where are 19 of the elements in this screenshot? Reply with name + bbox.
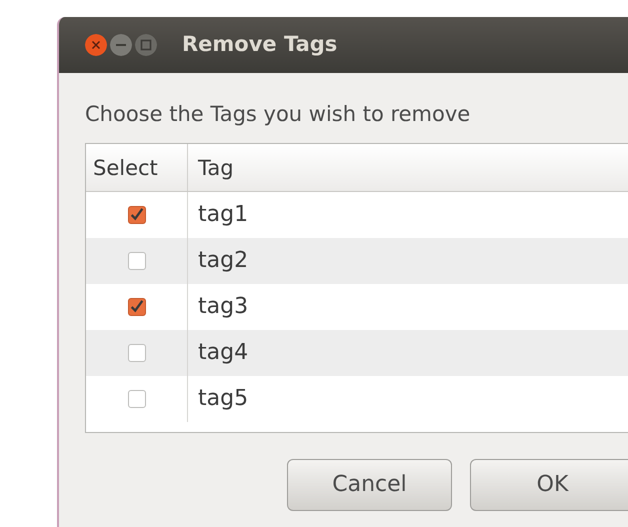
tag-name: tag3 <box>197 293 248 321</box>
dialog-button[interactable]: OK <box>470 458 628 510</box>
instruction-text: Choose the Tags you wish to remove <box>85 101 472 128</box>
checkbox[interactable] <box>128 252 146 270</box>
dialog-button[interactable]: Cancel <box>287 458 452 510</box>
checkbox[interactable] <box>128 298 146 316</box>
window-title: Remove Tags <box>182 31 338 58</box>
tag-name: tag5 <box>197 385 248 413</box>
close-icon[interactable] <box>85 34 107 56</box>
checkbox[interactable] <box>128 344 146 362</box>
tag-name: tag2 <box>197 247 248 275</box>
minimize-icon[interactable] <box>110 34 132 56</box>
column-header[interactable]: Tag <box>188 144 244 190</box>
maximize-icon[interactable] <box>135 34 157 56</box>
tag-name: tag1 <box>197 201 248 229</box>
tag-name: tag4 <box>197 339 248 367</box>
checkbox[interactable] <box>128 206 146 224</box>
column-header[interactable]: Select <box>86 144 188 190</box>
checkbox[interactable] <box>128 390 146 408</box>
